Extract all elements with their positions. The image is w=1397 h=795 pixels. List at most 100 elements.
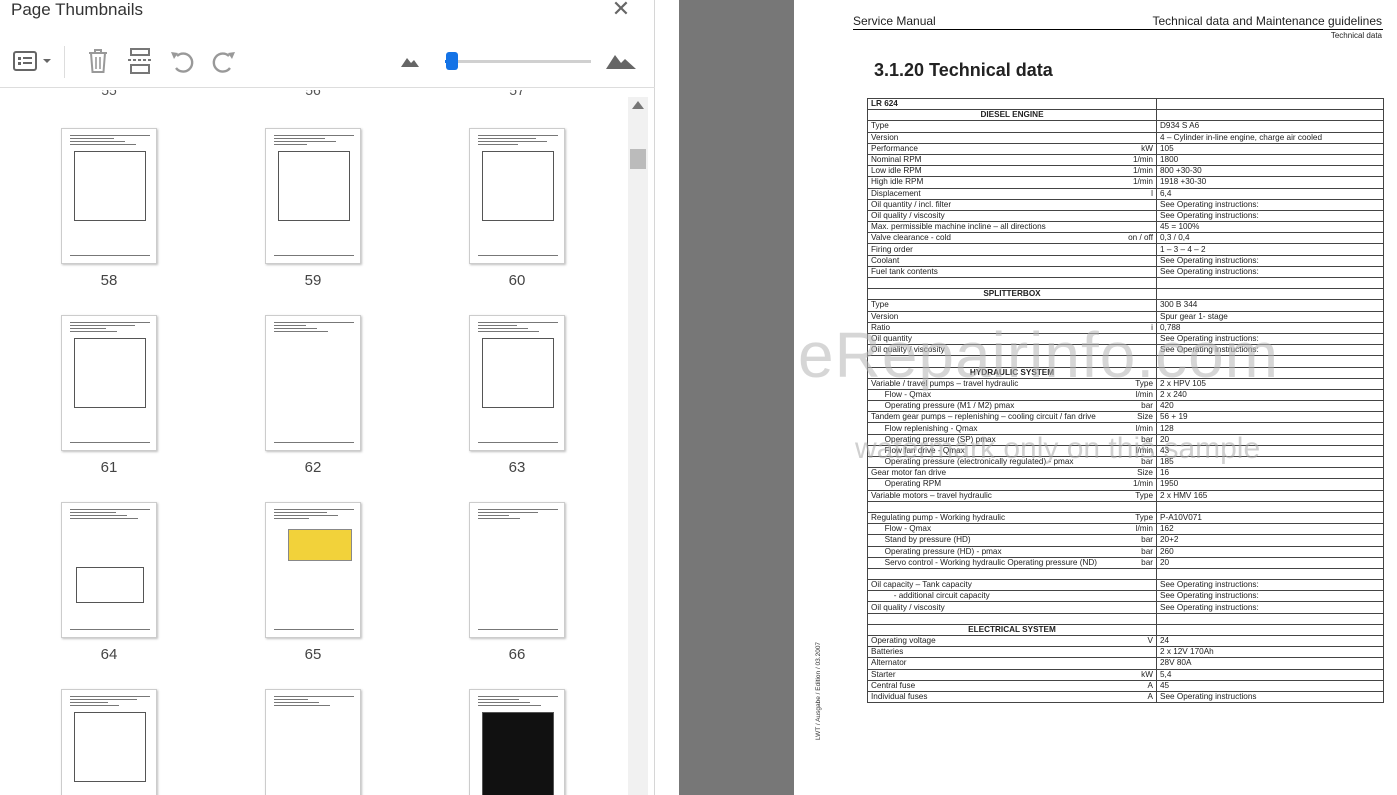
page-thumbnail[interactable] xyxy=(265,689,361,795)
page-thumbnail[interactable] xyxy=(61,502,157,638)
page-thumbnail[interactable] xyxy=(469,502,565,638)
value-cell: 2 x HMV 165 xyxy=(1156,489,1384,502)
parameter-cell: Coolant xyxy=(867,254,1157,267)
thumbnail-footer-line xyxy=(478,255,558,256)
thumbnail-text-line xyxy=(70,699,137,700)
table-row: Batteries 2 x 12V 170Ah xyxy=(867,646,1384,659)
parameter-label: Version xyxy=(871,132,899,142)
table-row: Gear motor fan drive Size 16 xyxy=(867,467,1384,480)
small-mountain-icon xyxy=(401,58,419,67)
parameter-cell: Servo control - Working hydraulic Operat… xyxy=(867,556,1157,569)
thumbnail-table-block xyxy=(74,712,146,782)
thumbnail-text-line xyxy=(274,699,308,700)
thumbnail-size-slider[interactable] xyxy=(445,52,591,70)
parameter-cell: Version xyxy=(867,131,1157,144)
parameter-label: Individual fuses xyxy=(871,692,928,702)
unit-label: Size xyxy=(1137,412,1153,422)
page-number-label: 60 xyxy=(508,272,526,289)
parameter-cell: Low idle RPM 1/min xyxy=(867,165,1157,178)
table-row: Regulating pump - Working hydraulic Type P… xyxy=(867,511,1384,525)
page-thumbnail[interactable] xyxy=(265,502,361,638)
page-header-sub: Technical data xyxy=(1330,31,1382,40)
thumbnail-options-button[interactable] xyxy=(10,44,54,78)
table-row: Variable motors – travel hydraulic Type 2 … xyxy=(867,489,1384,502)
parameter-cell: Operating voltage V xyxy=(867,634,1157,648)
parameter-label: Alternator xyxy=(871,658,907,668)
thumbnail-footer-line xyxy=(70,629,150,630)
value-cell: See Operating instructions: xyxy=(1156,254,1384,267)
parameter-label: Batteries xyxy=(871,647,904,657)
unit-label: 1/min xyxy=(1132,479,1153,489)
unit-label: kW xyxy=(1141,669,1153,679)
page-thumbnail[interactable] xyxy=(61,315,157,451)
value-cell: See Operating instructions: xyxy=(1156,579,1384,592)
extract-pages-button[interactable] xyxy=(124,44,156,78)
page-thumbnail[interactable] xyxy=(61,689,157,795)
thumbnail-text-line xyxy=(70,512,116,513)
thumbnail-text-line xyxy=(70,328,106,329)
rotate-right-button[interactable] xyxy=(208,44,240,78)
value-cell: 1918 +30-30 xyxy=(1156,176,1384,189)
parameter-label: Tandem gear pumps – replenishing – cooli… xyxy=(871,412,1096,422)
table-row: Flow - Qmax l/min 162 xyxy=(867,523,1384,536)
table-row xyxy=(867,276,1384,290)
parameter-label: Low idle RPM xyxy=(871,166,922,176)
blank-cell xyxy=(867,567,1157,581)
page-number-label: 66 xyxy=(508,646,526,663)
thumbnail-text-line xyxy=(478,509,558,510)
thumbnail-text-line xyxy=(70,322,150,323)
parameter-label: Firing order xyxy=(871,244,913,254)
thumbnail-text-line xyxy=(274,144,307,145)
page-number-label: 58 xyxy=(100,272,118,289)
parameter-cell: Operating pressure (M1 / M2) pmax bar xyxy=(867,400,1157,413)
thumbnail-text-line xyxy=(478,512,538,513)
unit-label: A xyxy=(1147,692,1153,702)
rotate-left-button[interactable] xyxy=(166,44,198,78)
parameter-label: Operating RPM xyxy=(871,479,942,489)
page-thumbnail[interactable] xyxy=(469,315,565,451)
table-row: Tandem gear pumps – replenishing – cooli… xyxy=(867,411,1384,424)
slider-handle[interactable] xyxy=(446,52,459,70)
table-row: Coolant See Operating instructions: xyxy=(867,254,1384,267)
scroll-up-arrow-icon[interactable] xyxy=(632,101,644,109)
thumbnail-text-line xyxy=(478,702,530,703)
rotate-counterclockwise-icon xyxy=(171,52,194,73)
thumbnail-text-line xyxy=(274,138,325,139)
zoom-in-thumbnails-button[interactable] xyxy=(604,44,638,78)
thumbnail-text-line xyxy=(70,702,108,703)
parameter-cell: Valve clearance - cold on / off xyxy=(867,232,1157,245)
page-number-label: 62 xyxy=(304,459,322,476)
section-title-cell: ELECTRICAL SYSTEM xyxy=(867,623,1157,637)
scrollbar-thumb[interactable] xyxy=(630,149,646,169)
value-cell: 6,4 xyxy=(1156,187,1384,200)
thumbnail-text-line xyxy=(274,705,330,706)
page-thumbnail[interactable] xyxy=(469,128,565,264)
page-thumbnail[interactable] xyxy=(265,315,361,451)
page-thumbnail[interactable] xyxy=(265,128,361,264)
table-row: Central fuse A 45 xyxy=(867,679,1384,692)
thumbnail-scrollbar[interactable] xyxy=(628,97,648,795)
thumbnail-footer-line xyxy=(70,255,150,256)
parameter-label: Type xyxy=(871,121,889,131)
value-cell: See Operating instructions: xyxy=(1156,198,1384,211)
table-row: Displacement l 6,4 xyxy=(867,187,1384,200)
zoom-out-thumbnails-button[interactable] xyxy=(396,44,424,78)
thumbnail-text-line xyxy=(478,322,558,323)
parameter-label: Nominal RPM xyxy=(871,155,922,165)
thumbnails-panel: Page Thumbnails ✕ 55 56 57 58 59 60 61 6… xyxy=(0,0,655,795)
page-header-right: Technical data and Maintenance guideline… xyxy=(1152,14,1383,28)
page-thumbnail[interactable] xyxy=(61,128,157,264)
close-panel-button[interactable]: ✕ xyxy=(610,0,632,20)
page-thumbnail[interactable] xyxy=(469,689,565,795)
unit-label: A xyxy=(1147,680,1153,690)
value-cell: 45 xyxy=(1156,679,1384,692)
value-cell xyxy=(1156,623,1384,637)
value-cell: 260 xyxy=(1156,545,1384,558)
unit-label: on / off xyxy=(1128,233,1153,243)
unit-label: bar xyxy=(1141,546,1153,556)
unit-label: 1/min xyxy=(1132,177,1153,187)
unit-label: l/min xyxy=(1135,524,1153,534)
table-row: Type D934 S A6 xyxy=(867,120,1384,133)
panel-splitter[interactable] xyxy=(655,0,1326,795)
delete-pages-button[interactable] xyxy=(82,44,114,78)
